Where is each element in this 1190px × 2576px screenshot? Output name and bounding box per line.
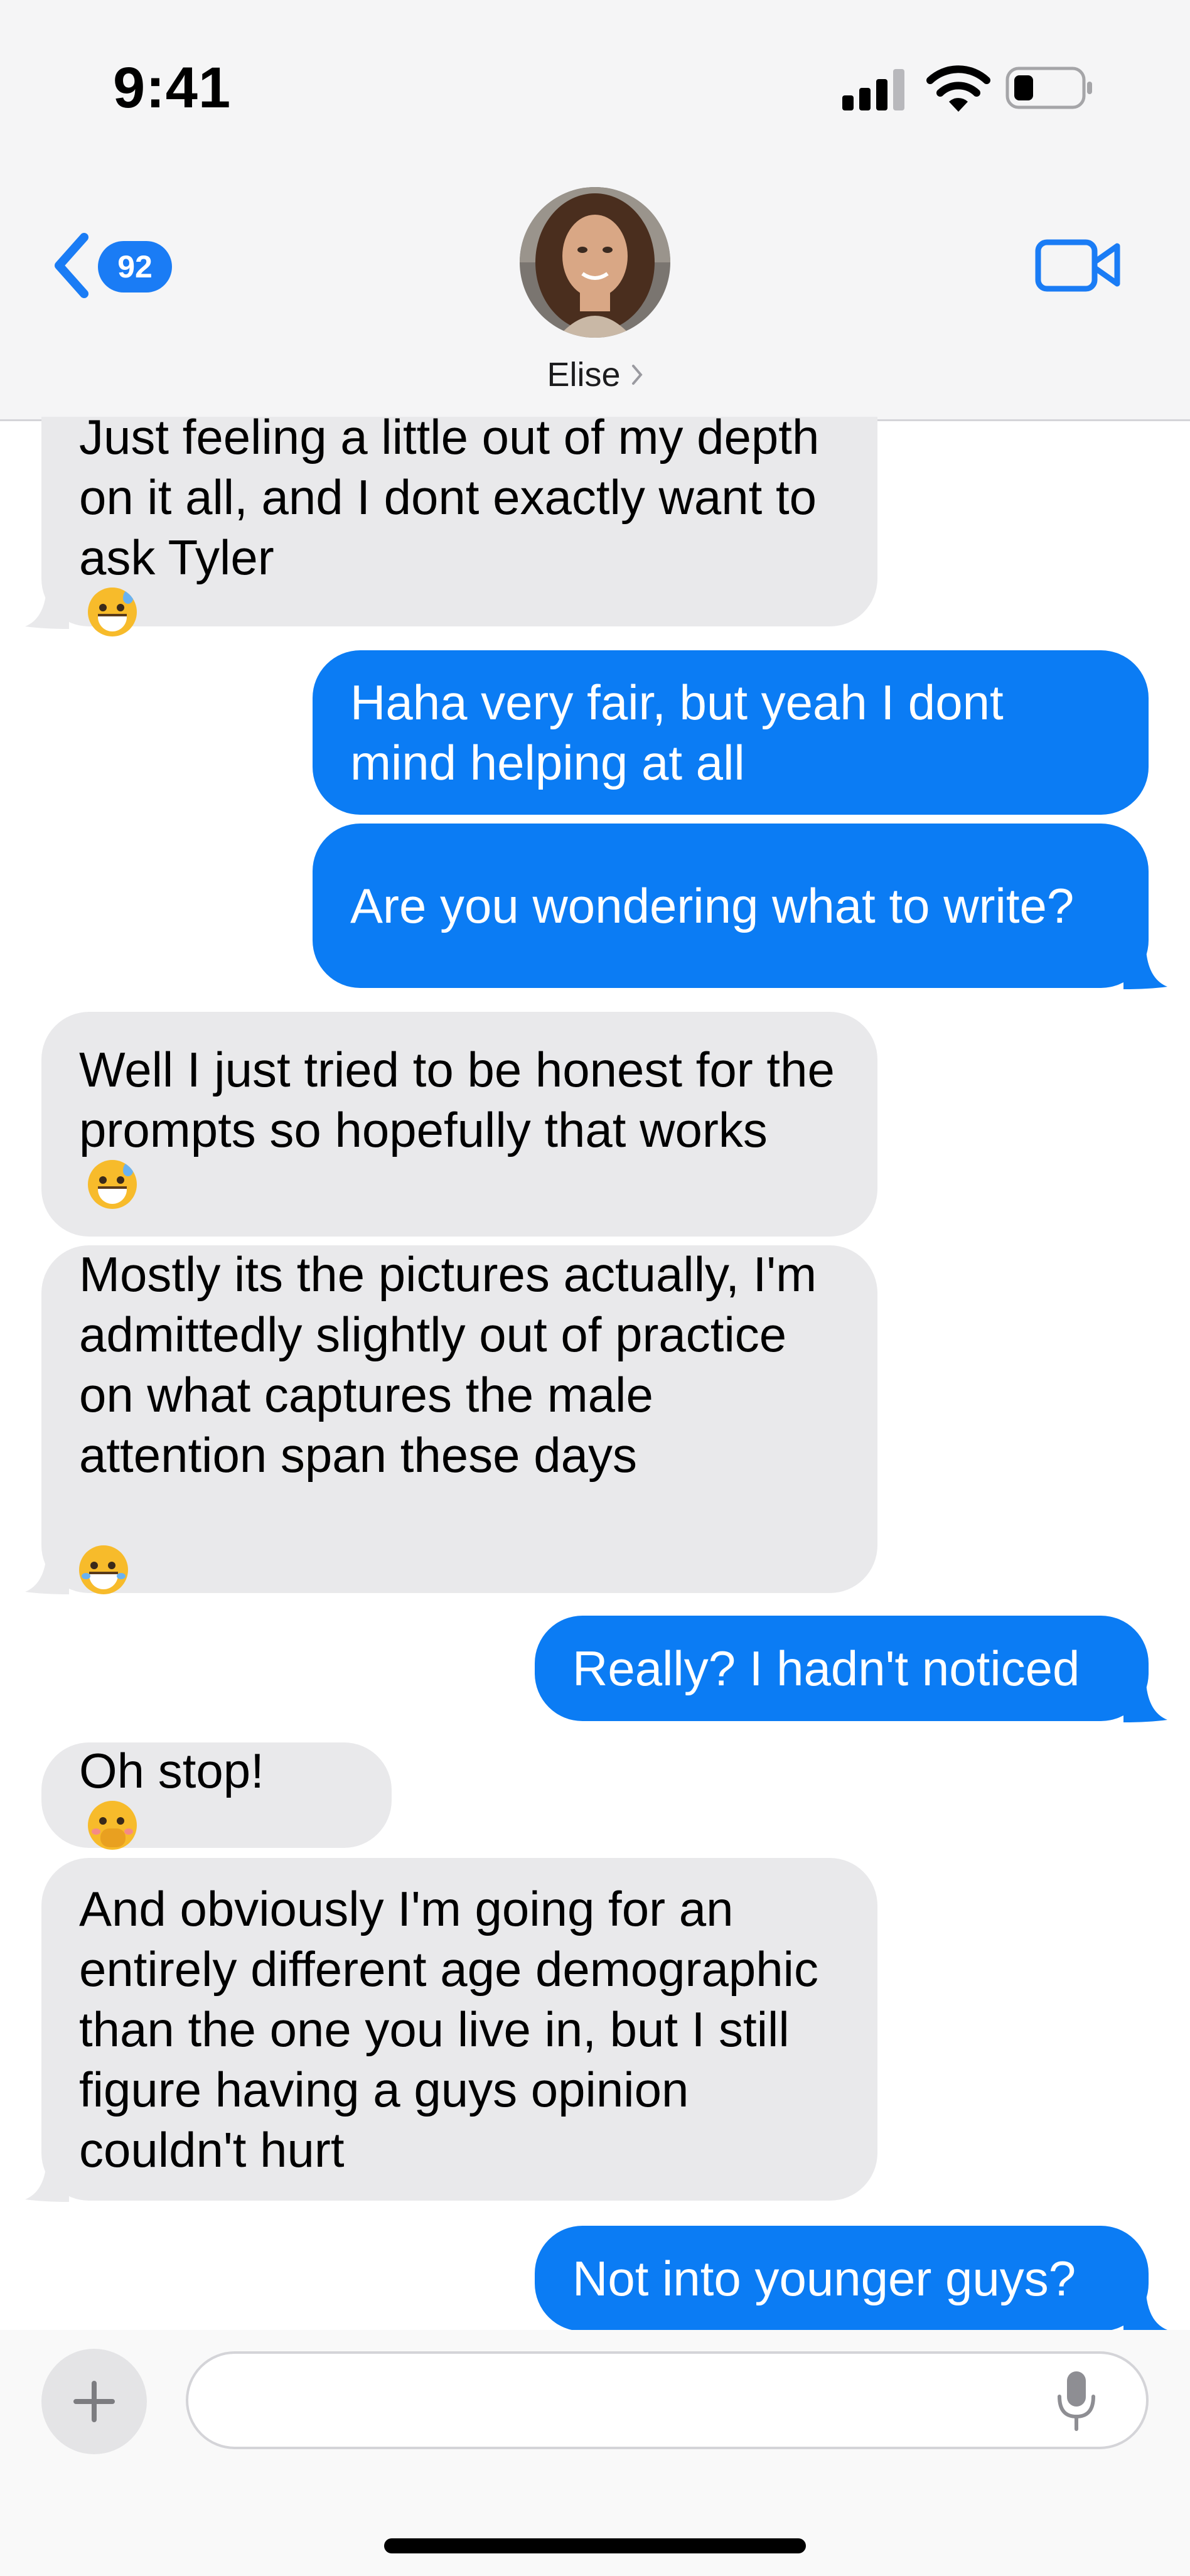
outgoing-message[interactable]: Are you wondering what to write? xyxy=(313,824,1149,988)
message-text: Well I just tried to be honest for the p… xyxy=(79,1042,835,1157)
plus-icon xyxy=(73,2381,115,2422)
tears-of-joy-emoji xyxy=(79,1545,128,1594)
grinning-sweat-emoji xyxy=(88,588,137,636)
outgoing-message[interactable]: Haha very fair, but yeah I dont mind hel… xyxy=(313,650,1149,815)
incoming-message[interactable]: And obviously I'm going for an entirely … xyxy=(41,1858,877,2201)
unread-count-badge: 92 xyxy=(98,241,172,292)
avatar-photo xyxy=(520,187,670,338)
bubble-tail xyxy=(25,2163,69,2202)
outgoing-message[interactable]: Not into younger guys? xyxy=(535,2226,1149,2331)
contact-avatar[interactable] xyxy=(520,187,670,338)
message-text: Mostly its the pictures actually, I'm ad… xyxy=(79,1247,817,1483)
incoming-message[interactable]: Just feeling a little out of my depth on… xyxy=(41,409,877,636)
chevron-left-icon xyxy=(55,233,88,298)
battery-icon xyxy=(1005,67,1092,109)
bubble-tail xyxy=(1123,2294,1167,2332)
contact-name: Elise xyxy=(547,356,621,394)
status-time: 9:41 xyxy=(113,56,232,120)
grinning-sweat-emoji xyxy=(88,1160,137,1209)
bubble-tail xyxy=(1123,1683,1167,1722)
message-input[interactable] xyxy=(186,2351,1149,2449)
bubble-tail xyxy=(25,1555,69,1594)
message-text: Really? I hadn't noticed xyxy=(572,1641,1080,1696)
home-indicator[interactable] xyxy=(384,2538,806,2553)
message-text: Oh stop! xyxy=(79,1743,264,1798)
add-attachment-button[interactable] xyxy=(41,2349,147,2454)
wifi-icon xyxy=(926,65,990,112)
incoming-message[interactable]: Oh stop! xyxy=(41,1742,392,1850)
microphone-icon[interactable] xyxy=(1054,2369,1098,2432)
outgoing-message[interactable]: Really? I hadn't noticed xyxy=(535,1616,1149,1721)
message-text: Just feeling a little out of my depth on… xyxy=(79,409,820,585)
message-text: And obviously I'm going for an entirely … xyxy=(79,1881,818,2177)
incoming-message[interactable]: Well I just tried to be honest for the p… xyxy=(41,1012,877,1237)
contact-name-button[interactable]: Elise xyxy=(508,349,682,400)
message-text: Haha very fair, but yeah I dont mind hel… xyxy=(350,675,1004,790)
back-button[interactable]: 92 xyxy=(44,226,182,308)
cellular-signal-icon xyxy=(842,69,904,110)
incoming-message[interactable]: Mostly its the pictures actually, I'm ad… xyxy=(41,1245,877,1594)
chevron-right-icon xyxy=(631,365,643,385)
bubble-tail xyxy=(1123,950,1167,989)
message-text: Not into younger guys? xyxy=(572,2251,1076,2306)
message-text: Are you wondering what to write? xyxy=(350,878,1075,933)
video-call-icon[interactable] xyxy=(1034,233,1122,296)
bubble-tail xyxy=(25,590,69,629)
hand-over-mouth-emoji xyxy=(88,1801,137,1850)
